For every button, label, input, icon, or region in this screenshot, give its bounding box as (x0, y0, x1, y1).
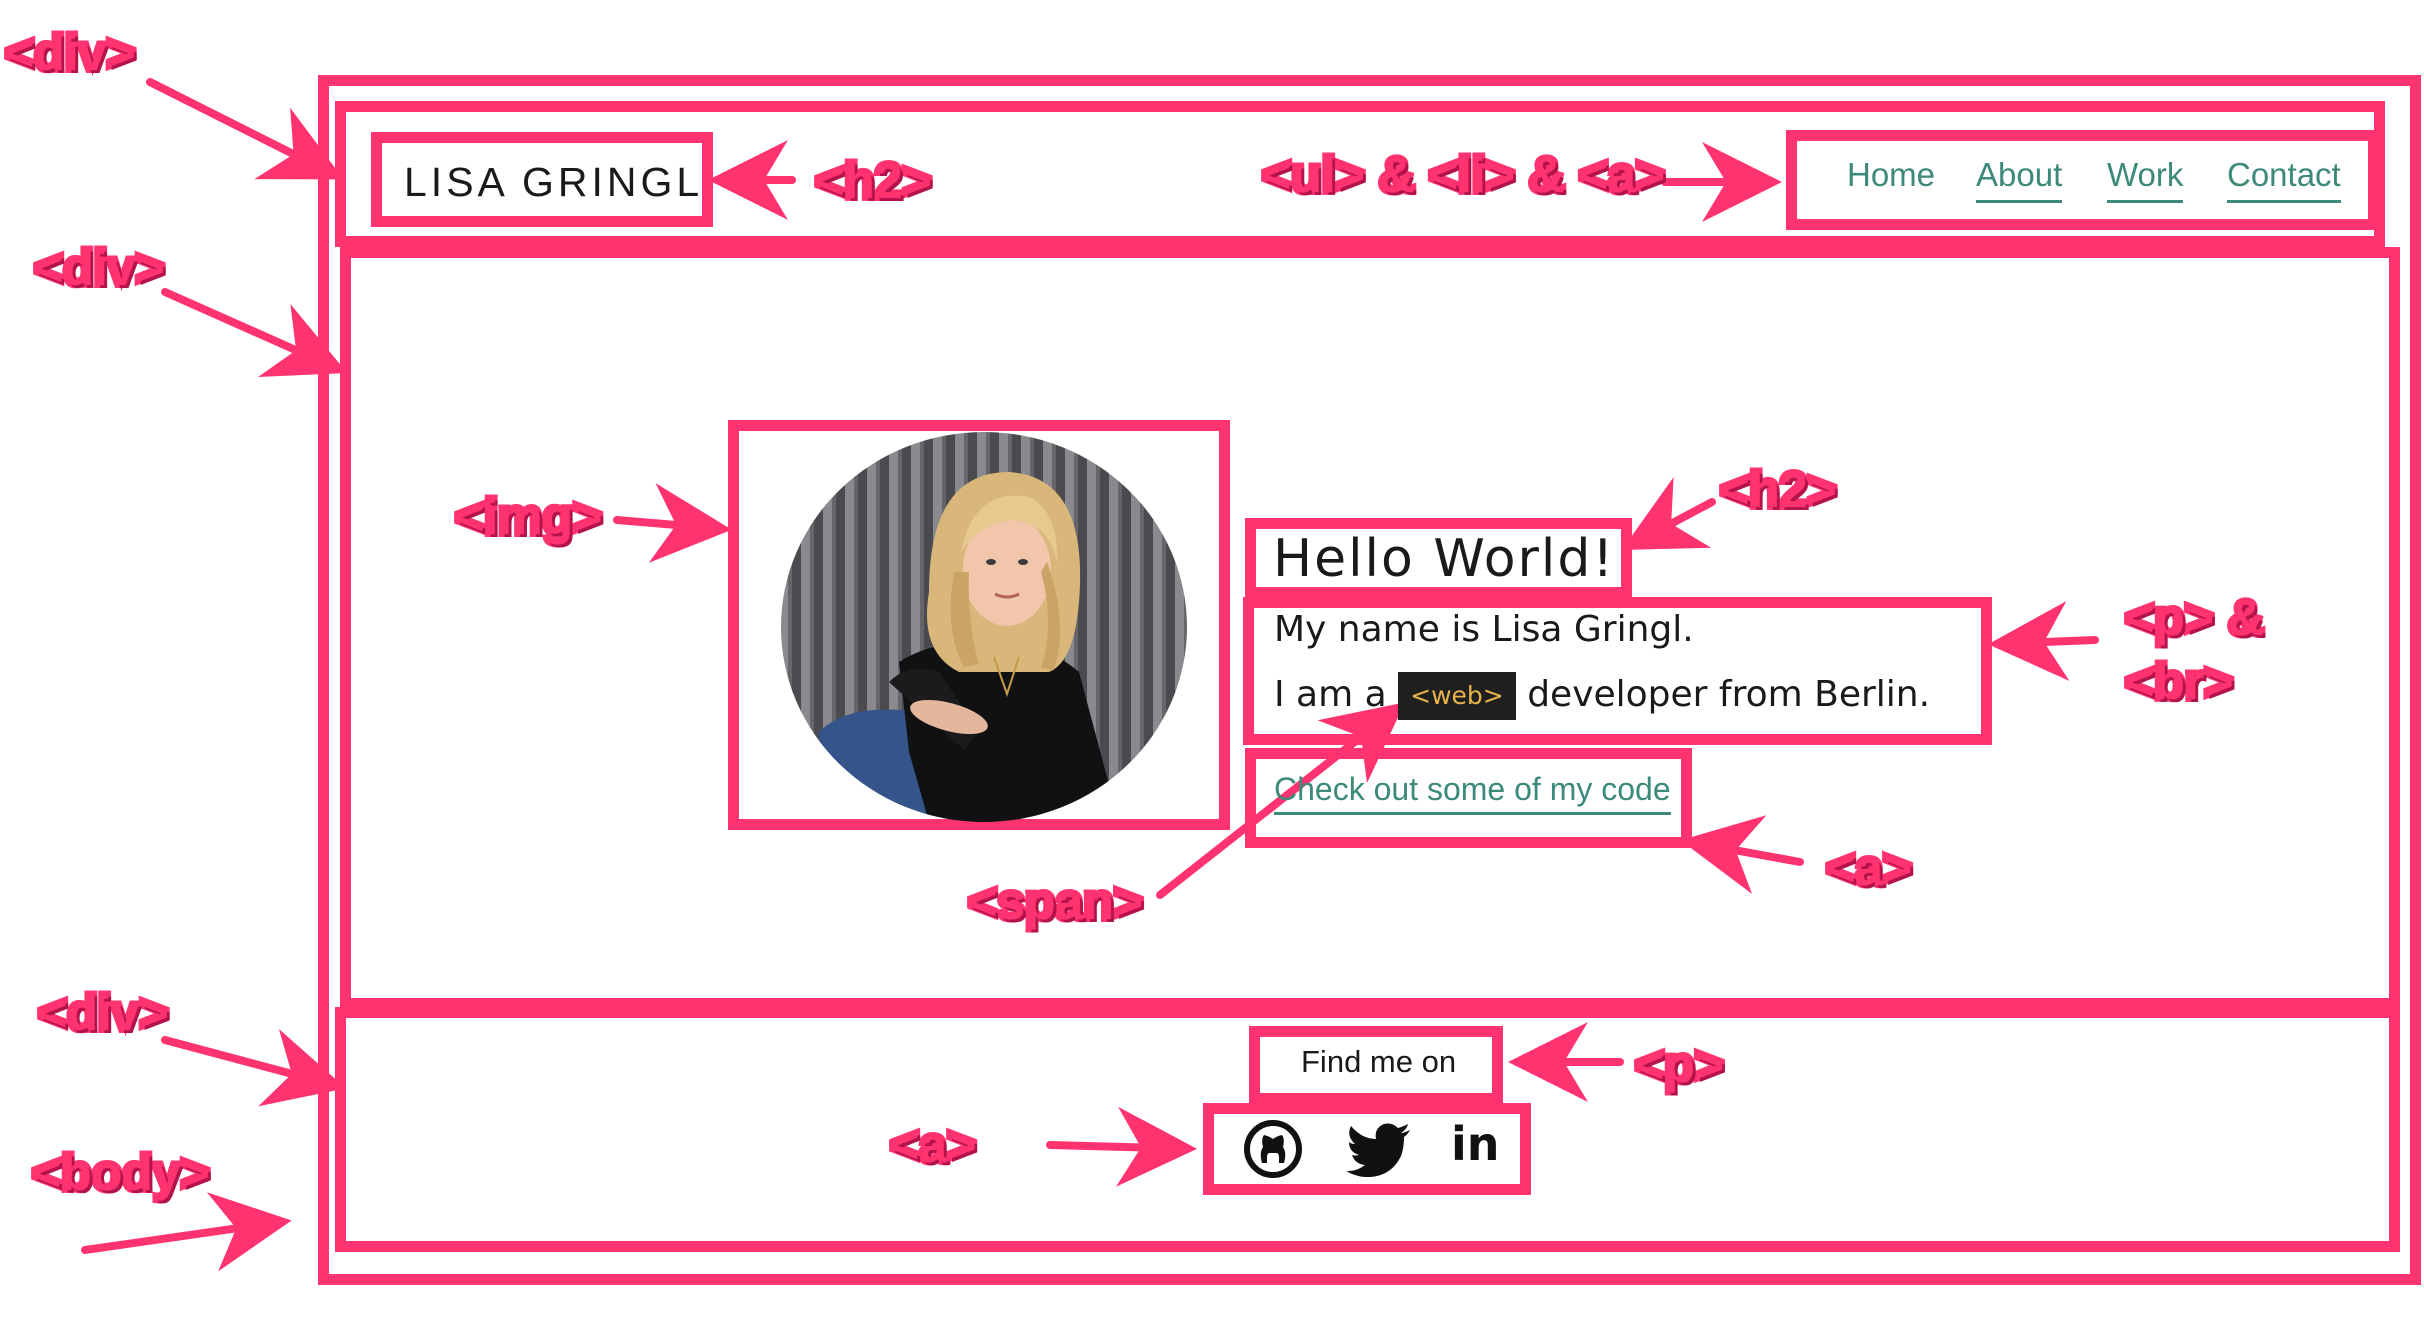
tag-footer-p: <p> (1632, 1037, 1727, 1093)
tag-p-br-1: <p> & (2122, 590, 2267, 646)
tag-code-a: <a> (1823, 840, 1915, 896)
twitter-icon[interactable] (1346, 1123, 1412, 1177)
hello-heading: Hello World! (1273, 529, 1616, 589)
nav-home-link[interactable]: Home (1847, 156, 1935, 200)
tag-img: <img> (452, 489, 605, 545)
nav-contact-link[interactable]: Contact (2227, 156, 2341, 203)
tag-main-div: <div> (31, 240, 168, 296)
tag-footer-a: <a> (887, 1117, 979, 1173)
linkedin-icon[interactable]: in (1451, 1121, 1500, 1167)
intro-line-2: I am a <web> developer from Berlin. (1274, 662, 1930, 727)
brand-title: LISA GRINGL (404, 159, 704, 205)
tag-body: <body> (29, 1145, 213, 1201)
portrait-image (781, 432, 1187, 822)
tag-p-br-2: <br> (2122, 654, 2236, 710)
intro-line-1: My name is Lisa Gringl. (1274, 609, 1694, 650)
github-icon[interactable] (1243, 1119, 1303, 1179)
web-code-span: <web> (1398, 672, 1516, 720)
intro-paragraph: My name is Lisa Gringl. I am a <web> dev… (1274, 597, 1930, 727)
arrow-footer-div (161, 1028, 346, 1107)
tag-hello-h2: <h2> (1717, 462, 1840, 518)
intro-line-2-after: developer from Berlin. (1527, 674, 1931, 715)
tag-span: <span> (965, 874, 1146, 930)
intro-line-2-before: I am a (1274, 674, 1387, 715)
tag-footer-div: <div> (35, 985, 172, 1041)
nav-about-link[interactable]: About (1976, 156, 2063, 203)
arrow-main-div (161, 288, 348, 378)
code-link[interactable]: Check out some of my code (1274, 771, 1671, 815)
nav-work-link[interactable]: Work (2107, 156, 2184, 203)
tag-header-h2: <h2> (812, 153, 935, 209)
arrow-body (81, 1192, 292, 1272)
tag-outer-div: <div> (2, 25, 139, 81)
tag-nav: <ul> & <li> & <a> (1259, 147, 1668, 203)
find-me-text: Find me on (1301, 1044, 1457, 1079)
arrow-outer-div (146, 78, 344, 180)
